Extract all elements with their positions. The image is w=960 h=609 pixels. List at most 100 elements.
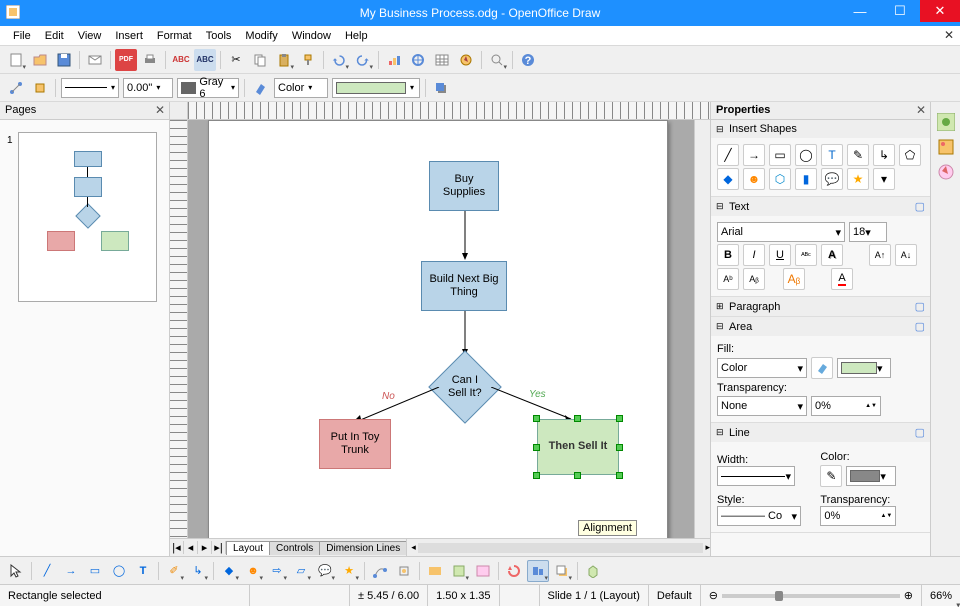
shape-build[interactable]: Build Next Big Thing [421, 261, 507, 311]
menu-tools[interactable]: Tools [199, 28, 239, 44]
shadow-button[interactable] [430, 77, 452, 99]
transparency-value[interactable]: 0%▲▼ [811, 396, 881, 416]
new-button[interactable] [5, 49, 27, 71]
edit-points-button[interactable] [5, 77, 27, 99]
ellipse-draw-tool[interactable]: ◯ [108, 560, 130, 582]
menu-insert[interactable]: Insert [108, 28, 150, 44]
sidebar-gallery-icon[interactable] [935, 136, 957, 158]
drawing-surface[interactable]: Buy Supplies Build Next Big Thing Can I … [188, 120, 694, 538]
line-tool[interactable]: ╱ [717, 144, 739, 166]
print-button[interactable] [139, 49, 161, 71]
basic-shapes-tool[interactable]: ⬠ [899, 144, 921, 166]
menu-help[interactable]: Help [338, 28, 375, 44]
font-name-combo[interactable]: Arial▾ [717, 222, 845, 242]
tab-first[interactable]: |◂ [170, 541, 184, 554]
tab-next[interactable]: ▸ [198, 541, 212, 554]
shape-thensell[interactable]: Then Sell It [537, 419, 619, 475]
more-shapes[interactable]: ▾ [873, 168, 895, 190]
symbol-shapes-draw[interactable]: ☻ [242, 560, 264, 582]
bold-button[interactable]: B [717, 244, 739, 266]
chart-button[interactable] [383, 49, 405, 71]
decrease-font[interactable]: A↓ [895, 244, 917, 266]
curve-draw-tool[interactable]: ✐ [163, 560, 185, 582]
spellcheck-button[interactable]: ABC [170, 49, 192, 71]
vertical-ruler[interactable] [170, 120, 188, 538]
close-document-button[interactable]: ✕ [944, 28, 954, 42]
close-button[interactable]: ✕ [920, 0, 960, 22]
navigator-button[interactable] [455, 49, 477, 71]
arrow-style-combo[interactable]: ▾ [61, 78, 119, 98]
star-tool[interactable]: ★ [847, 168, 869, 190]
rect-tool[interactable]: ▭ [769, 144, 791, 166]
tab-layout[interactable]: Layout [226, 541, 270, 555]
area-mode-combo[interactable]: Color▾ [274, 78, 328, 98]
maximize-button[interactable]: ☐ [880, 0, 920, 22]
shape-buy[interactable]: Buy Supplies [429, 161, 499, 211]
connector-tool[interactable]: ↳ [873, 144, 895, 166]
strike-button[interactable]: ᴬᴮᶜ [795, 244, 817, 266]
line-transparency[interactable]: 0%▲▼ [820, 506, 896, 526]
points-toggle[interactable] [369, 560, 391, 582]
menu-format[interactable]: Format [150, 28, 199, 44]
ellipse-tool[interactable]: ◯ [795, 144, 817, 166]
vertical-scrollbar[interactable] [694, 120, 710, 538]
menu-file[interactable]: File [6, 28, 38, 44]
minimize-button[interactable]: — [840, 0, 880, 22]
gluepoints-button[interactable] [29, 77, 51, 99]
tab-last[interactable]: ▸| [212, 541, 226, 554]
area-color-combo[interactable]: ▾ [332, 78, 420, 98]
rotate-button[interactable] [503, 560, 525, 582]
line-color-pen[interactable]: ✎ [820, 465, 842, 487]
stars[interactable]: 💬 [821, 168, 843, 190]
tab-dimension[interactable]: Dimension Lines [319, 541, 407, 555]
basic-shapes-draw[interactable]: ◆ [218, 560, 240, 582]
sidebar-navigator-icon[interactable] [935, 161, 957, 183]
menu-edit[interactable]: Edit [38, 28, 71, 44]
menu-view[interactable]: View [71, 28, 109, 44]
symbol-shapes[interactable]: ◆ [717, 168, 739, 190]
page-thumbnail[interactable] [18, 132, 157, 302]
line-color-combo[interactable]: Gray 6▾ [177, 78, 239, 98]
font-color-button[interactable]: A [831, 268, 853, 290]
menu-window[interactable]: Window [285, 28, 338, 44]
arrows-draw[interactable]: ⇨ [266, 560, 288, 582]
alignment-button[interactable] [527, 560, 549, 582]
gallery-button[interactable] [472, 560, 494, 582]
transparency-mode-combo[interactable]: None▾ [717, 396, 807, 416]
glue-toggle[interactable] [393, 560, 415, 582]
extrusion-button[interactable] [582, 560, 604, 582]
pdf-button[interactable]: PDF [115, 49, 137, 71]
undo-button[interactable] [328, 49, 350, 71]
text-tool[interactable]: T [821, 144, 843, 166]
callout-draw[interactable]: 💬 [314, 560, 336, 582]
cut-button[interactable]: ✂ [225, 49, 247, 71]
pages-panel-close[interactable]: ✕ [155, 103, 165, 117]
block-arrows[interactable]: ☻ [743, 168, 765, 190]
line-color-select[interactable]: ▾ [846, 466, 896, 486]
zoom-slider[interactable]: ⊖⊕ [701, 585, 922, 606]
copy-button[interactable] [249, 49, 271, 71]
fill-bucket[interactable] [811, 357, 833, 379]
horizontal-ruler[interactable] [170, 102, 710, 120]
connector-draw-tool[interactable]: ↳ [187, 560, 209, 582]
underline-button[interactable]: U [769, 244, 791, 266]
arrange-button[interactable] [551, 560, 573, 582]
section-line[interactable]: ⊟Line▢ [711, 423, 930, 442]
hyperlink-button[interactable] [407, 49, 429, 71]
font-size-combo[interactable]: 18 ▾ [849, 222, 887, 242]
redo-button[interactable] [352, 49, 374, 71]
arrow-tool[interactable]: → [743, 144, 765, 166]
mail-button[interactable] [84, 49, 106, 71]
status-zoom[interactable]: 66% [922, 585, 960, 606]
line-width-combo[interactable]: 0.00"▾ [123, 78, 173, 98]
shape-toytrunk[interactable]: Put In Toy Trunk [319, 419, 391, 469]
sidebar-properties-icon[interactable] [935, 111, 957, 133]
highlight-button[interactable]: Aᵦ [783, 268, 805, 290]
menu-modify[interactable]: Modify [238, 28, 284, 44]
line-width-select[interactable]: ▾ [717, 466, 795, 486]
callouts[interactable]: ▮ [795, 168, 817, 190]
save-button[interactable] [53, 49, 75, 71]
fontwork-button[interactable] [424, 560, 446, 582]
format-paintbrush-button[interactable] [297, 49, 319, 71]
italic-button[interactable]: I [743, 244, 765, 266]
